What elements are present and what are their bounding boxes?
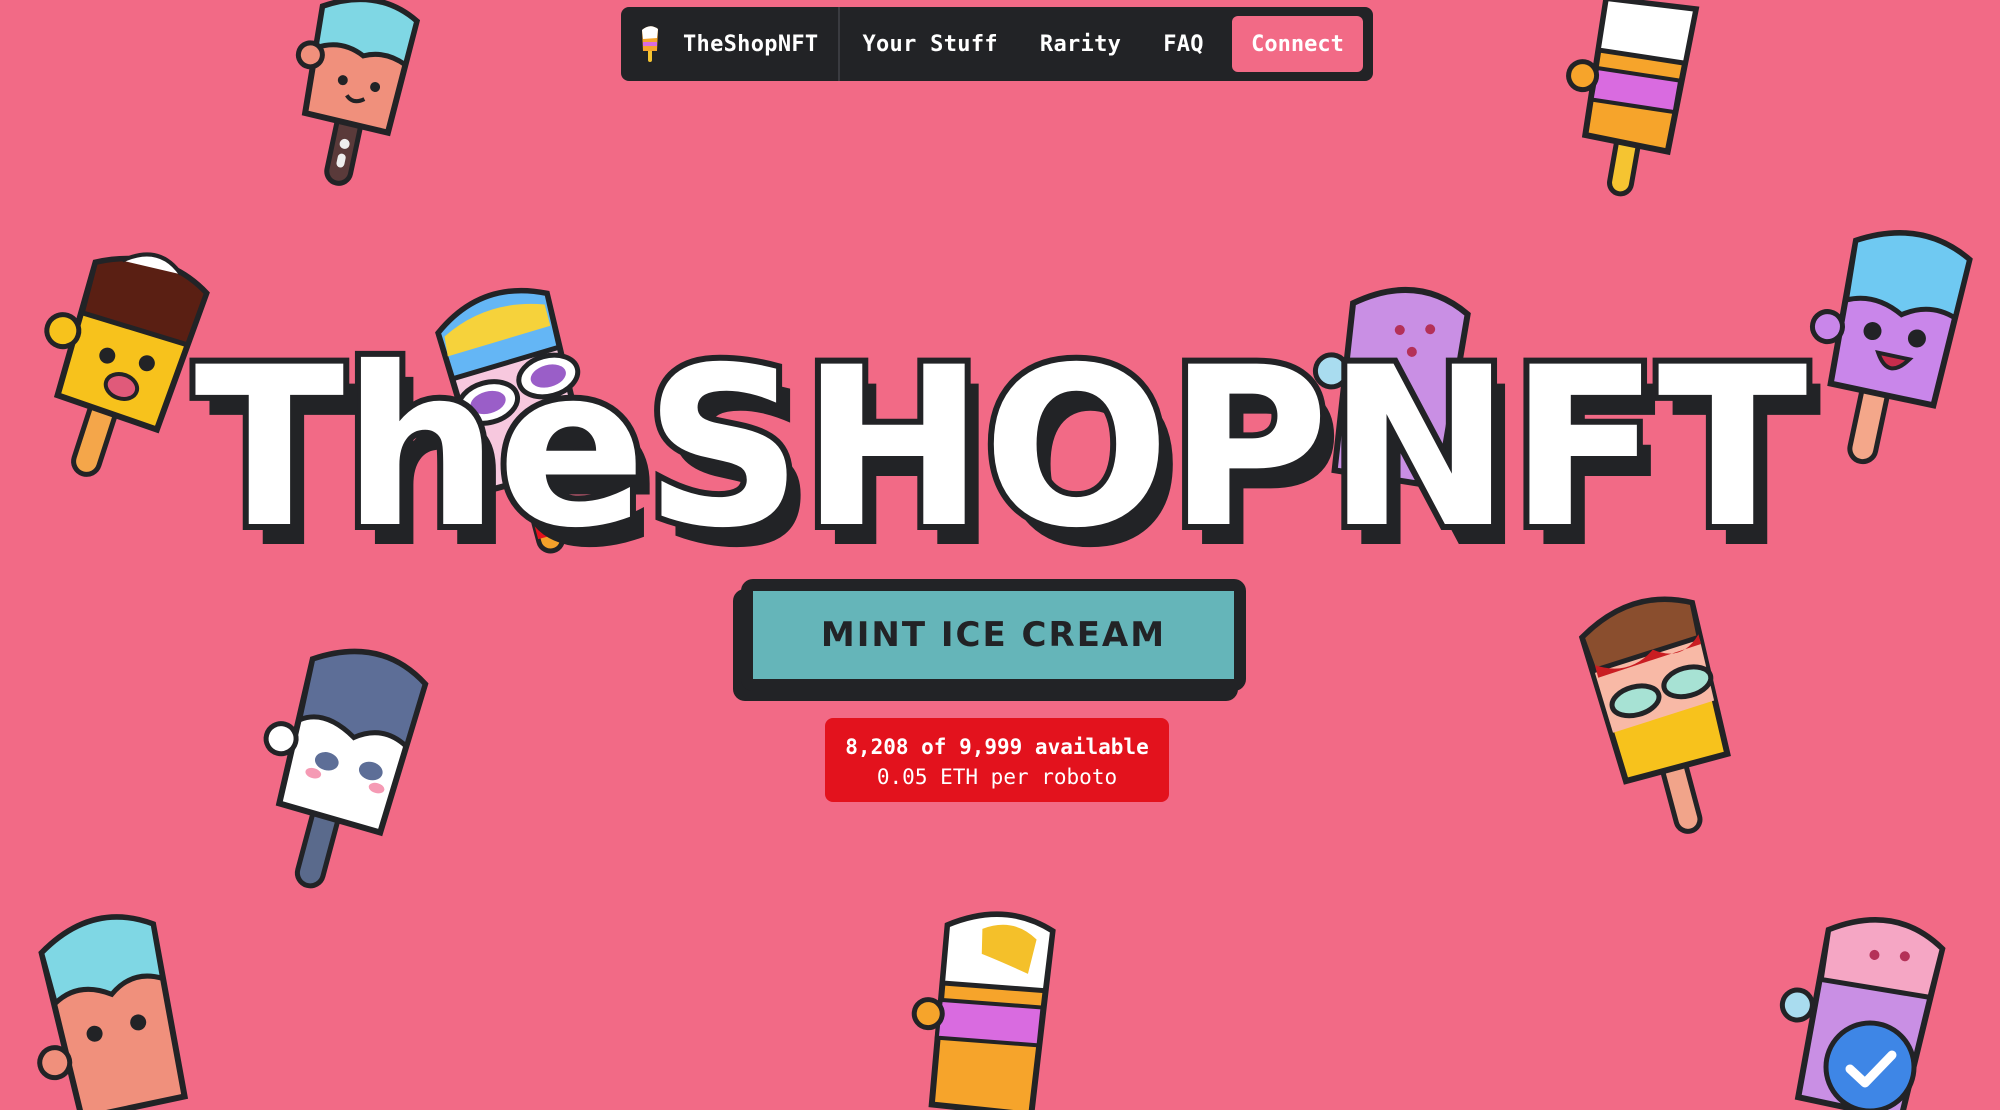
availability-badge: 8,208 of 9,999 available 0.05 ETH per ro…: [825, 718, 1169, 802]
nav-link-rarity[interactable]: Rarity: [1040, 32, 1121, 57]
hero-title: TheSHOPNFT: [188, 320, 1813, 576]
availability-count: 8,208 of 9,999 available: [845, 735, 1149, 759]
brand-link[interactable]: TheShopNFT: [639, 7, 841, 81]
popsicle-logo-icon: [642, 26, 658, 62]
brand-name: TheShopNFT: [683, 31, 819, 57]
nav-link-faq[interactable]: FAQ: [1163, 32, 1204, 57]
price-per-item: 0.05 ETH per roboto: [876, 765, 1118, 789]
top-navbar: TheShopNFT Your Stuff Rarity FAQ Connect: [621, 7, 1373, 81]
popsicle-orange-icon: [1565, 0, 1705, 205]
popsicle-verified-icon: [1779, 910, 1960, 1110]
popsicle-orange-bottom-icon: [911, 910, 1065, 1110]
connect-button[interactable]: Connect: [1232, 16, 1363, 72]
mint-ice-cream-button[interactable]: MINT ICE CREAM: [741, 579, 1246, 691]
nav-link-your-stuff[interactable]: Your Stuff: [862, 32, 997, 57]
popsicle-bunny-icon: [250, 640, 430, 900]
popsicle-cherry-icon: [1570, 595, 1750, 845]
popsicle-salmon-icon: [285, 0, 425, 195]
popsicle-teal-icon: [25, 910, 195, 1110]
